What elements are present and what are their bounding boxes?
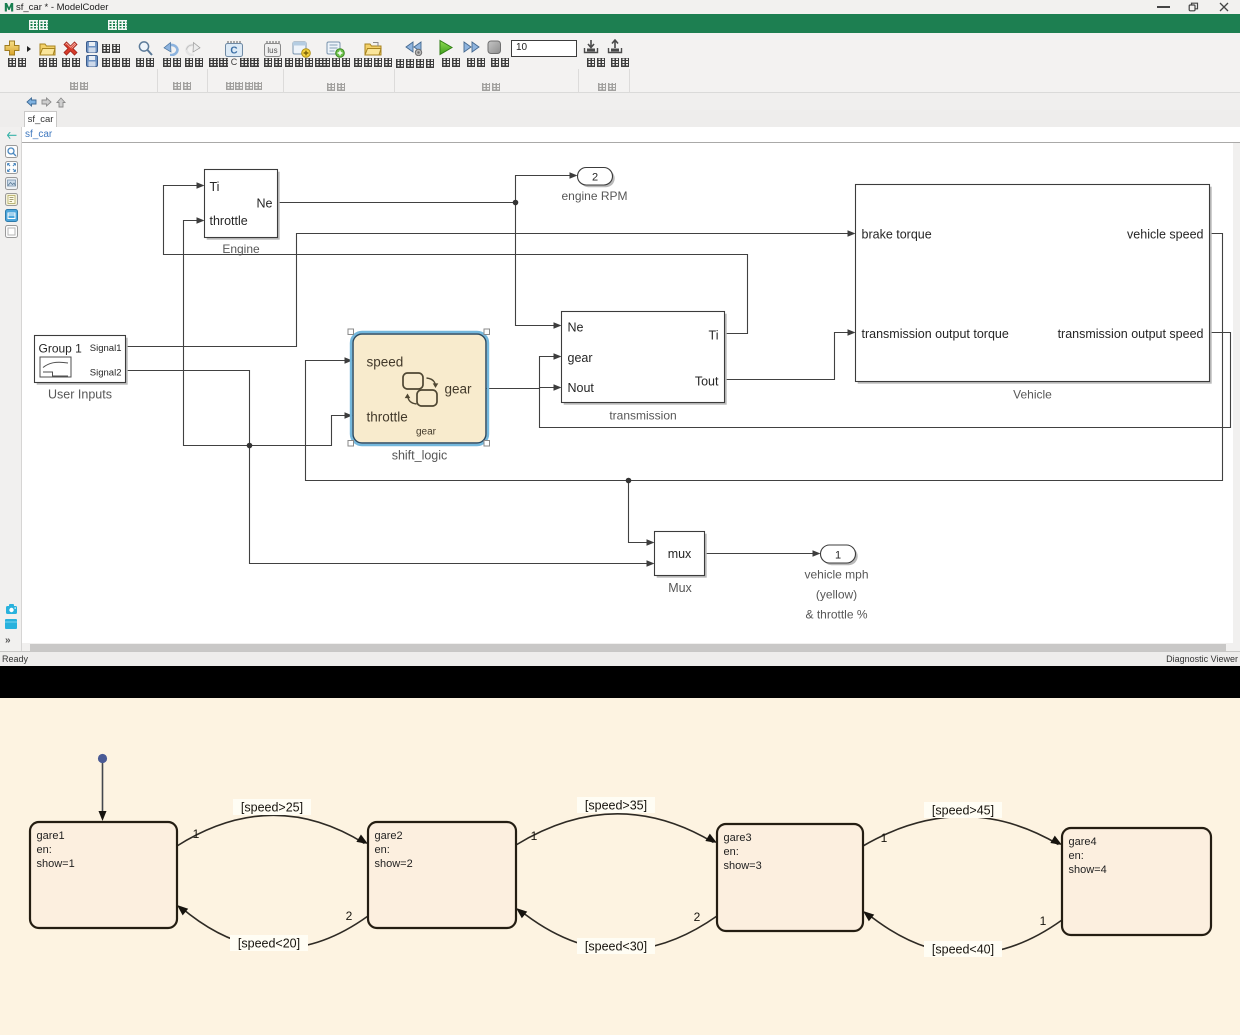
svg-text:gear: gear [416,427,437,438]
svg-text:[speed>25]: [speed>25] [241,801,303,815]
svg-text:1: 1 [835,550,841,562]
svg-text:gare1: gare1 [37,830,65,842]
svg-text:vehicle speed: vehicle speed [1127,227,1203,241]
svg-text:2: 2 [346,909,353,923]
svg-text:Tout: Tout [695,374,719,388]
svg-text:gare4: gare4 [1069,836,1097,848]
svg-text:lus: lus [267,46,277,55]
svg-text:1: 1 [193,827,200,841]
svg-text:show=3: show=3 [724,860,762,872]
svg-text:speed: speed [367,355,404,370]
svg-text:& throttle %: & throttle % [805,608,867,622]
svg-text:brake torque: brake torque [862,227,932,241]
svg-text:transmission output torque: transmission output torque [862,327,1009,341]
svg-text:en:: en: [37,844,52,856]
svg-text:[speed<20]: [speed<20] [238,937,300,951]
svg-text:show=2: show=2 [375,858,413,870]
svg-text:C: C [230,46,237,57]
svg-text:[speed>45]: [speed>45] [932,804,994,818]
svg-text:gear: gear [568,351,593,365]
svg-text:vehicle mph: vehicle mph [804,568,868,582]
svg-text:transmission: transmission [609,409,676,423]
svg-text:en:: en: [375,844,390,856]
svg-text:show=1: show=1 [37,858,75,870]
svg-text:shift_logic: shift_logic [392,449,448,463]
svg-text:Vehicle: Vehicle [1013,388,1052,402]
svg-text:en:: en: [1069,850,1084,862]
svg-text:[speed<30]: [speed<30] [585,940,647,954]
svg-text:throttle: throttle [210,214,248,228]
svg-text:Group 1: Group 1 [39,341,83,355]
svg-text:Nout: Nout [568,381,595,395]
svg-text:Engine: Engine [222,242,260,256]
svg-text:Ne: Ne [257,197,273,211]
svg-text:Signal1: Signal1 [90,343,122,354]
svg-text:1: 1 [881,831,888,845]
svg-text:(yellow): (yellow) [816,588,857,602]
svg-text:transmission output speed: transmission output speed [1058,327,1204,341]
svg-text:Mux: Mux [668,581,692,595]
svg-text:throttle: throttle [367,410,408,425]
svg-text:Ti: Ti [709,328,719,342]
svg-text:2: 2 [694,910,701,924]
svg-text:2: 2 [592,171,598,183]
svg-text:User Inputs: User Inputs [48,388,112,402]
svg-text:engine RPM: engine RPM [561,189,627,203]
svg-text:show=4: show=4 [1069,864,1107,876]
svg-text:gear: gear [444,381,472,396]
svg-text:gare3: gare3 [724,832,752,844]
svg-text:Ne: Ne [568,320,584,334]
svg-text:gare2: gare2 [375,830,403,842]
svg-text:mux: mux [668,547,692,561]
svg-text:Ti: Ti [210,180,220,194]
svg-text:1: 1 [531,829,538,843]
svg-text:1: 1 [1040,914,1047,928]
svg-text:[speed<40]: [speed<40] [932,943,994,957]
svg-text:Signal2: Signal2 [90,367,122,378]
svg-text:[speed>35]: [speed>35] [585,799,647,813]
svg-text:en:: en: [724,846,739,858]
